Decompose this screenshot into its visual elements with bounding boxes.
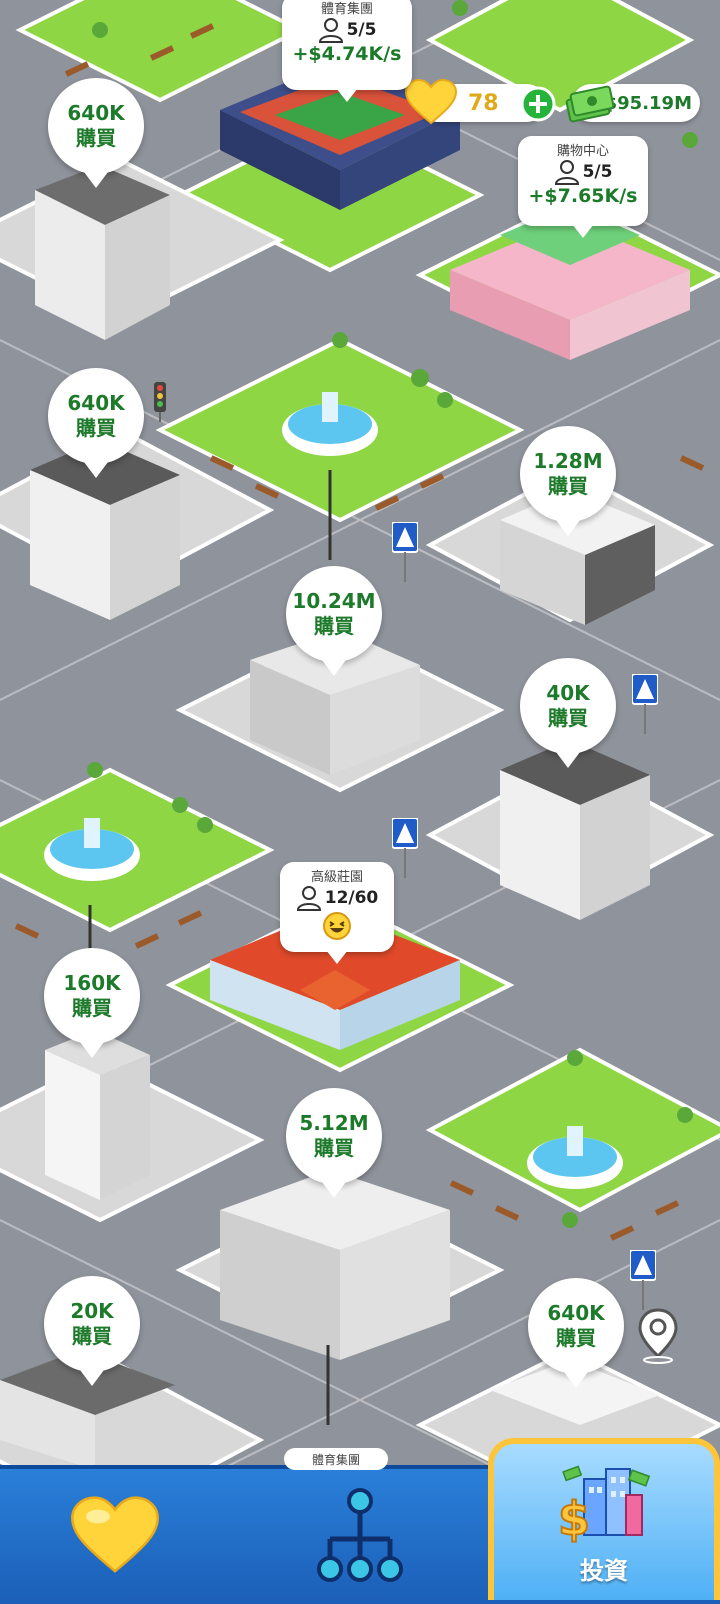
buy-label: 購買 (72, 1324, 112, 1348)
org-chart-icon (317, 1487, 403, 1582)
lot-price: 1.28M (533, 449, 603, 473)
buy-label: 購買 (72, 996, 112, 1020)
group-occupancy: 5/5 (318, 17, 377, 43)
buy-lot-bubble[interactable]: 20K 購買 (44, 1276, 140, 1386)
lot-price: 640K (67, 101, 125, 125)
buy-label: 購買 (314, 614, 354, 638)
buy-lot-bubble[interactable]: 640K 購買 (48, 78, 144, 188)
shopping-center-info[interactable]: 購物中心 5/5 +$7.65K/s (518, 136, 648, 238)
group-name: 高級莊園 (310, 870, 363, 885)
crosswalk-sign-icon (630, 1250, 656, 1310)
group-name: 購物中心 (556, 144, 609, 159)
group-income: +$4.74K/s (292, 43, 402, 65)
heart-icon (71, 1495, 159, 1573)
sports-group-info[interactable]: 體育集團 5/5 +$4.74K/s (282, 0, 412, 102)
buy-label: 購買 (548, 706, 588, 730)
crosswalk-sign-icon (392, 818, 418, 878)
buy-lot-bubble[interactable]: 5.12M 購買 (286, 1088, 382, 1198)
person-icon (318, 18, 343, 43)
buy-lot-bubble[interactable]: 640K 購買 (48, 368, 144, 478)
city-money-icon: $ (557, 1465, 651, 1547)
crosswalk-sign-icon (392, 522, 418, 582)
tab-invest[interactable]: $ 投資 (488, 1438, 720, 1600)
add-hearts-button[interactable] (520, 86, 556, 122)
lot-price: 640K (67, 391, 125, 415)
luxury-manor-info[interactable]: 高級莊園 12/60 (280, 862, 394, 964)
lot-price: 40K (546, 681, 590, 705)
occupancy-value: 5/5 (346, 20, 377, 40)
group-occupancy: 5/5 (554, 159, 613, 185)
buy-lot-bubble[interactable]: 160K 購買 (44, 948, 140, 1058)
lot-price: 5.12M (299, 1111, 369, 1135)
tab-invest-label: 投資 (580, 1557, 628, 1585)
svg-text:$: $ (558, 1492, 590, 1546)
person-icon (296, 886, 321, 911)
tab-favorites[interactable] (40, 1469, 190, 1604)
money-amount: $95.19M (604, 92, 692, 114)
cash-stack-icon (565, 85, 615, 123)
location-pin-icon[interactable] (636, 1308, 680, 1364)
crosswalk-sign-icon (632, 674, 658, 734)
group-occupancy: 12/60 (296, 885, 379, 911)
hearts-count: 78 (468, 90, 499, 116)
buy-lot-bubble[interactable]: 10.24M 購買 (286, 566, 382, 676)
buy-lot-bubble[interactable]: 1.28M 購買 (520, 426, 616, 536)
city-map[interactable]: 78 $95.19M 體育集團 5/5 +$4.74K/s 購物中心 5/5 +… (0, 0, 720, 1465)
lot-price: 10.24M (292, 589, 376, 613)
heart-icon (404, 79, 458, 125)
lot-price: 160K (63, 971, 121, 995)
occupancy-value: 12/60 (324, 888, 379, 908)
group-income: +$7.65K/s (528, 185, 638, 207)
occupancy-value: 5/5 (582, 162, 613, 182)
buy-lot-bubble[interactable]: 40K 購買 (520, 658, 616, 768)
buy-label: 購買 (556, 1326, 596, 1350)
laughing-face-icon (323, 912, 351, 940)
buy-lot-bubble[interactable]: 640K 購買 (528, 1278, 624, 1388)
buy-label: 購買 (76, 126, 116, 150)
lot-price: 20K (70, 1299, 114, 1323)
tab-organization[interactable] (290, 1469, 430, 1604)
sports-group-tag[interactable]: 體育集團 (284, 1448, 388, 1470)
person-icon (554, 160, 579, 185)
buy-label: 購買 (548, 474, 588, 498)
buy-label: 購買 (76, 416, 116, 440)
lot-price: 640K (547, 1301, 605, 1325)
traffic-light-icon (154, 382, 166, 422)
buy-label: 購買 (314, 1136, 354, 1160)
group-name: 體育集團 (320, 2, 373, 17)
